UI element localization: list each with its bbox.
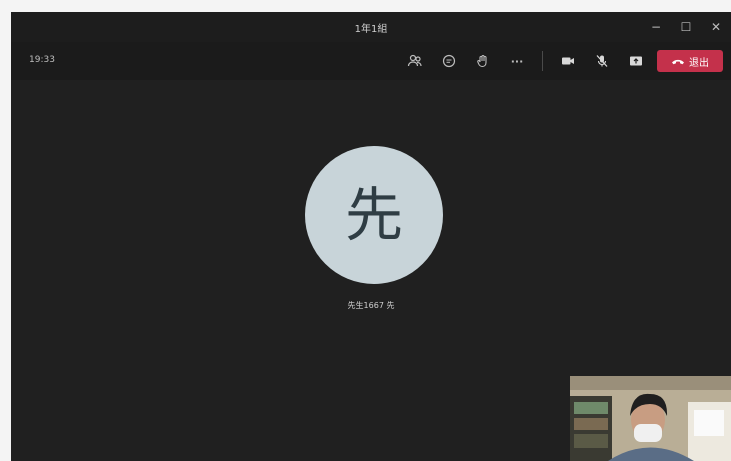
mic-button[interactable] <box>589 48 615 74</box>
chat-icon <box>442 54 456 68</box>
leave-call-label: 退出 <box>689 57 709 69</box>
share-icon <box>630 56 642 66</box>
more-options-button[interactable]: ··· <box>504 48 530 74</box>
call-controls: ··· 退出 <box>402 48 723 74</box>
toolbar-divider <box>542 51 543 71</box>
participant-avatar: 先 <box>305 146 443 284</box>
participants-icon <box>407 54 422 67</box>
self-view-video[interactable] <box>570 376 731 461</box>
minimize-button[interactable]: − <box>641 12 671 42</box>
share-button[interactable] <box>623 48 649 74</box>
camera-icon <box>562 57 574 65</box>
more-options-icon: ··· <box>510 54 524 68</box>
title-bar: 1年1組 − ☐ ✕ <box>11 12 731 42</box>
camera-button[interactable] <box>555 48 581 74</box>
leave-call-button[interactable]: 退出 <box>657 50 723 72</box>
close-button[interactable]: ✕ <box>701 12 731 42</box>
mic-off-icon <box>596 55 608 67</box>
participants-button[interactable] <box>402 48 428 74</box>
call-timer: 19:33 <box>29 55 55 65</box>
avatar-initial: 先 <box>344 181 403 249</box>
raise-hand-button[interactable] <box>470 48 496 74</box>
window-title: 1年1組 <box>354 24 388 35</box>
teams-call-window: 1年1組 − ☐ ✕ 19:33 ··· 退出 先 先生1667 先 <box>11 12 731 461</box>
hang-up-icon <box>672 59 684 65</box>
call-toolbar: 19:33 ··· 退出 <box>11 42 731 80</box>
raise-hand-icon <box>477 54 487 68</box>
participant-name: 先生1667 先 <box>347 301 395 310</box>
self-video-feed <box>570 376 731 461</box>
chat-button[interactable] <box>436 48 462 74</box>
window-controls: − ☐ ✕ <box>641 12 731 42</box>
maximize-button[interactable]: ☐ <box>671 12 701 42</box>
